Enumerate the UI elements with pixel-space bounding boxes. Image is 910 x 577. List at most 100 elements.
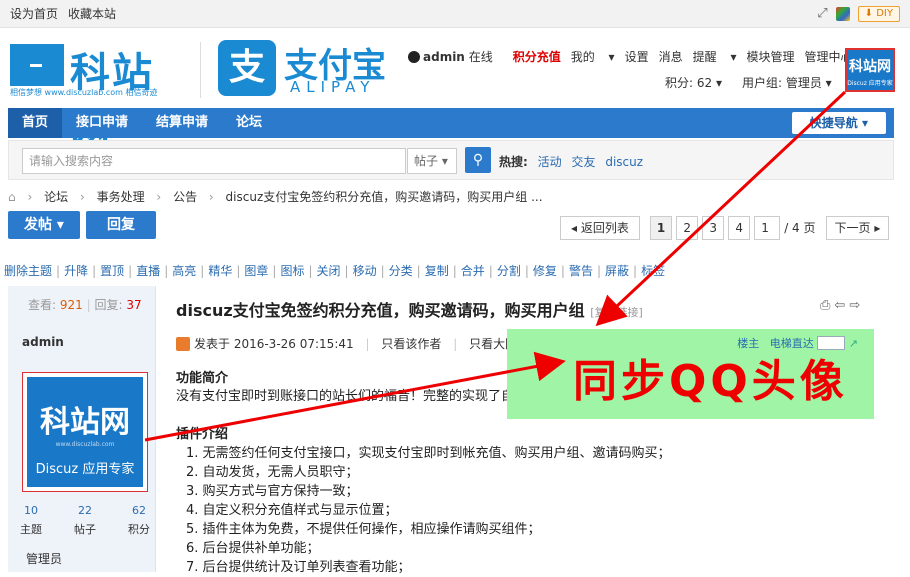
username-link[interactable]: admin xyxy=(423,50,465,64)
admin-tool-link[interactable]: 直播 xyxy=(136,264,160,278)
admin-tool-link[interactable]: 图章 xyxy=(244,264,268,278)
admin-tool-link[interactable]: 分类 xyxy=(389,264,413,278)
author-role[interactable]: 管理员 xyxy=(26,550,62,567)
views-count: 921 xyxy=(59,298,83,312)
post-date: 发表于 2016-3-26 07:15:41 xyxy=(194,337,354,351)
mine-menu[interactable]: 我的 ▾ xyxy=(571,48,615,65)
admin-tool-link[interactable]: 关闭 xyxy=(317,264,341,278)
hot-search: 热搜: 活动 交友 discuz xyxy=(499,153,643,170)
credits-count[interactable]: 62 积分 xyxy=(128,504,150,537)
prev-thread-icon[interactable]: ⇦ xyxy=(834,298,849,313)
hot-search-item[interactable]: 活动 xyxy=(538,155,562,169)
admin-tool-separator: | xyxy=(560,264,565,278)
author-sidebar: 查看: 921 | 回复: 37 admin 科站网 www.discuzlab… xyxy=(8,286,156,572)
admin-tool-link[interactable]: 修复 xyxy=(533,264,557,278)
only-author-link[interactable]: 只看该作者 xyxy=(381,337,441,351)
elevator-go-icon[interactable]: ↗ xyxy=(849,337,858,350)
admin-tool-link[interactable]: 标签 xyxy=(641,264,665,278)
admin-tool-link[interactable]: 复制 xyxy=(425,264,449,278)
admin-tool-link[interactable]: 精华 xyxy=(208,264,232,278)
site-logo[interactable]: 科站网 相信梦想 www.discuzlab.com 相信奇迹 xyxy=(10,40,190,154)
page-link[interactable]: 2 xyxy=(676,216,699,240)
credits-menu[interactable]: 积分: 62 ▾ xyxy=(665,74,722,91)
hot-search-item[interactable]: 交友 xyxy=(571,155,595,169)
next-page-button[interactable]: 下一页 ▸ xyxy=(825,216,890,240)
fullscreen-icon[interactable]: ⤢ xyxy=(817,6,827,21)
bookmark-link[interactable]: 收藏本站 xyxy=(68,5,116,22)
admin-tool-link[interactable]: 高亮 xyxy=(172,264,196,278)
header-avatar[interactable]: 科站网 Discuz 应用专家 xyxy=(845,48,895,92)
online-status[interactable]: 在线 xyxy=(469,50,493,64)
thread-stats: 查看: 921 | 回复: 37 xyxy=(28,298,142,312)
nav-settlement[interactable]: 结算申请 xyxy=(142,108,222,138)
breadcrumb-notice[interactable]: 公告 xyxy=(173,190,197,204)
usergroup-menu[interactable]: 用户组: 管理员 ▾ xyxy=(742,74,832,91)
copy-link[interactable]: [复制链接] xyxy=(590,306,643,319)
logo-divider xyxy=(200,42,201,98)
author-avatar[interactable]: 科站网 www.discuzlab.com Discuz 应用专家 xyxy=(22,372,148,492)
color-switch-icon[interactable] xyxy=(835,6,850,21)
admin-tool-separator: | xyxy=(128,264,133,278)
messages-link[interactable]: 消息 xyxy=(659,48,683,65)
search-type-select[interactable]: 帖子 ▾ xyxy=(407,148,457,174)
author-name[interactable]: admin xyxy=(22,335,64,349)
section-heading: 插件介绍 xyxy=(176,427,229,442)
reminders-menu[interactable]: 提醒 ▾ xyxy=(693,48,737,65)
admin-tool-link[interactable]: 合并 xyxy=(461,264,485,278)
diy-button[interactable]: ⬇ DIY xyxy=(857,5,900,22)
admin-tools: 删除主题 | 升降 | 置顶 | 直播 | 高亮 | 精华 | 图章 | 图标 | 关闭 | 移动 | 分类 | 复制 | 合并… xyxy=(4,262,669,279)
threads-label: 主题 xyxy=(20,523,42,536)
next-thread-icon[interactable]: ⇨ xyxy=(849,298,864,313)
posts-count[interactable]: 22 帖子 xyxy=(74,504,96,537)
set-home-link[interactable]: 设为首页 xyxy=(10,5,58,22)
search-type-label: 帖子 xyxy=(414,154,439,168)
nav-api-apply[interactable]: 接口申请 xyxy=(62,108,142,138)
search-button[interactable]: ⚲ xyxy=(465,147,491,173)
recharge-link[interactable]: 积分充值 xyxy=(513,48,561,65)
breadcrumb-thread[interactable]: discuz支付宝免签约积分充值，购买邀请码，购买用户组 ... xyxy=(226,190,543,204)
admin-tool-link[interactable]: 移动 xyxy=(353,264,377,278)
nav-home[interactable]: 首页 xyxy=(8,108,63,138)
usergroup-label: 用户组: 管理员 xyxy=(741,76,822,90)
page-link[interactable]: 3 xyxy=(702,216,725,240)
admin-tool-separator: | xyxy=(488,264,493,278)
alipay-en: ALIPAY xyxy=(290,78,376,96)
threads-count[interactable]: 10 主题 xyxy=(20,504,42,537)
new-post-button[interactable]: 发帖 ▾ xyxy=(8,211,80,239)
print-icon[interactable]: ⎙ xyxy=(820,298,834,313)
breadcrumb-forum[interactable]: 论坛 xyxy=(44,190,68,204)
author-avatar-sub: Discuz 应用专家 xyxy=(35,462,135,477)
search-input[interactable]: 请输入搜索内容 xyxy=(22,148,406,174)
admin-tool-link[interactable]: 分割 xyxy=(497,264,521,278)
post-title: discuz支付宝免签约积分充值，购买邀请码，购买用户组 [复制链接] xyxy=(176,297,643,321)
page-link[interactable]: 1 xyxy=(649,216,673,240)
feature-item: 7. 后台提供统计及订单列表查看功能； xyxy=(186,560,411,575)
settings-link[interactable]: 设置 xyxy=(625,48,649,65)
reply-button[interactable]: 回复 xyxy=(86,211,156,239)
admin-tool-link[interactable]: 删除主题 xyxy=(4,264,52,278)
replies-count: 37 xyxy=(126,298,142,312)
page-number-input[interactable]: 1 xyxy=(754,216,781,240)
admin-tool-link[interactable]: 图标 xyxy=(280,264,304,278)
page-total: / 4 页 xyxy=(784,221,816,235)
admin-tool-link[interactable]: 屏蔽 xyxy=(605,264,629,278)
admin-tool-separator: | xyxy=(452,264,457,278)
admin-tool-link[interactable]: 置顶 xyxy=(100,264,124,278)
feature-item: 4. 自定义积分充值样式与显示位置； xyxy=(186,503,398,518)
qq-icon xyxy=(408,51,420,63)
alipay-logo: 支 支付宝 ALIPAY xyxy=(218,38,388,100)
quick-nav-button[interactable]: 快捷导航 ▾ xyxy=(791,112,886,134)
back-to-list-button[interactable]: ◂ 返回列表 xyxy=(560,216,640,240)
posts-value: 22 xyxy=(78,504,92,517)
home-icon[interactable]: ⌂ xyxy=(8,190,16,204)
feature-item: 6. 后台提供补单功能； xyxy=(186,541,320,556)
admin-tool-link[interactable]: 警告 xyxy=(569,264,593,278)
hot-search-item[interactable]: discuz xyxy=(605,155,643,169)
header-avatar-sub: Discuz 应用专家 xyxy=(847,80,893,87)
page-link[interactable]: 4 xyxy=(728,216,751,240)
admin-tool-link[interactable]: 升降 xyxy=(64,264,88,278)
logo-mark xyxy=(10,44,64,86)
breadcrumb-affairs[interactable]: 事务处理 xyxy=(97,190,145,204)
modules-link[interactable]: 模块管理 xyxy=(746,48,794,65)
nav-forum[interactable]: 论坛 xyxy=(222,108,276,138)
